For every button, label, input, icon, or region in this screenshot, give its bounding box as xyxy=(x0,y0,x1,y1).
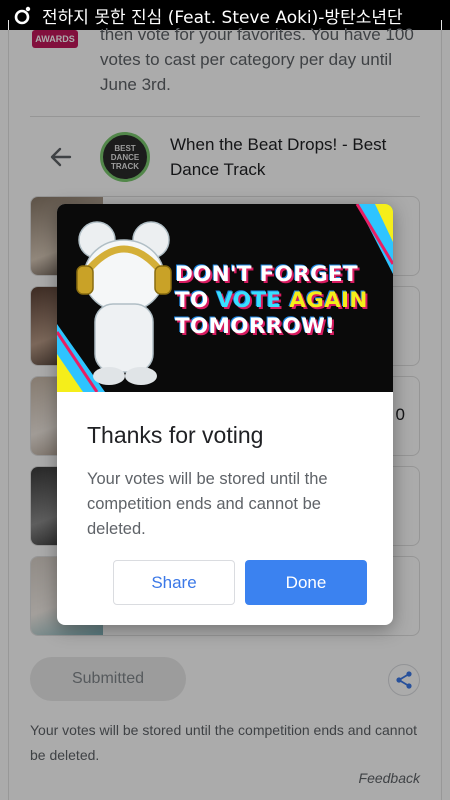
banner-word-to: TO xyxy=(175,288,217,313)
banner-line-3: TOMORROW! xyxy=(175,314,336,339)
vote-again-banner: DON'T FORGET TO VOTE AGAIN TOMORROW! xyxy=(57,204,393,392)
dialog-title: Thanks for voting xyxy=(87,422,264,448)
done-button[interactable]: Done xyxy=(245,560,367,605)
banner-word-again: AGAIN xyxy=(289,288,368,313)
banner-line-1: DON'T FORGET xyxy=(175,262,358,287)
bear-figure-icon xyxy=(76,221,172,385)
banner-line-2: TO VOTE AGAIN xyxy=(175,288,385,314)
dialog-body: Your votes will be stored until the comp… xyxy=(87,470,328,538)
thanks-dialog: DON'T FORGET TO VOTE AGAIN TOMORROW! Tha… xyxy=(57,204,393,625)
banner-headline: DON'T FORGET TO VOTE AGAIN TOMORROW! xyxy=(175,262,385,340)
banner-word-vote: VOTE xyxy=(216,288,290,313)
share-button[interactable]: Share xyxy=(113,560,235,605)
